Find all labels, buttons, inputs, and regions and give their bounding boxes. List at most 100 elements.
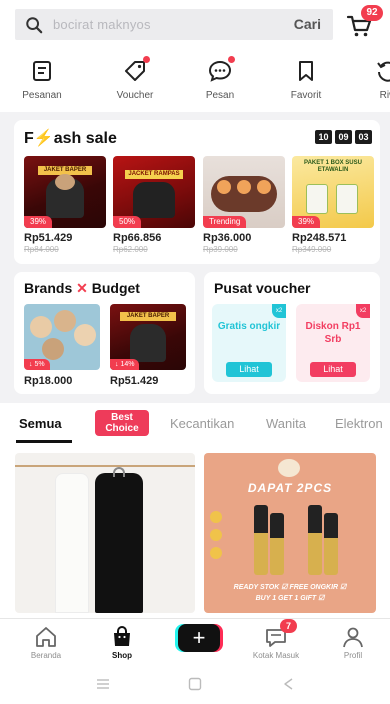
nav-home[interactable]: Beranda	[11, 625, 81, 660]
flash-product[interactable]: JACKET RAMPAS 50% Rp66.856 Rp62.000	[113, 156, 195, 254]
product-image: ↓ 5%	[24, 304, 100, 370]
product-old-price: Rp349.000	[292, 245, 332, 254]
brands-budget-card[interactable]: Brands ✕ Budget ↓ 5% Rp18.000 JAKET BAPE…	[14, 272, 195, 394]
create-plus-button[interactable]: +	[178, 624, 220, 652]
flash-sale-title: F⚡ash sale	[24, 130, 117, 147]
brand-product[interactable]: JAKET BAPER ↓ 14% Rp51.429	[110, 304, 186, 387]
nav-label: Kotak Masuk	[252, 651, 300, 660]
system-nav-bar	[0, 664, 390, 704]
top-bar: bocirat maknyos Cari 92	[0, 0, 390, 50]
discount-badge: 50%	[113, 216, 142, 228]
tab-best-choice[interactable]: Best Choice	[95, 410, 149, 436]
discount-badge: 39%	[24, 216, 53, 228]
product-price: Rp51.429	[110, 375, 159, 387]
shortcut-messages[interactable]: Pesan	[184, 56, 256, 101]
search-button[interactable]: Cari	[294, 16, 321, 32]
profile-icon	[340, 625, 366, 649]
shortcut-label: Pesan	[205, 90, 235, 101]
shortcut-label: Riw	[379, 90, 390, 101]
shortcut-label: Voucher	[116, 90, 154, 101]
discount-badge: 39%	[292, 216, 321, 228]
shortcut-orders[interactable]: Pesanan	[6, 58, 78, 101]
tab-wanita[interactable]: Wanita	[266, 416, 306, 431]
product-price: Rp248.571	[292, 232, 347, 244]
product-image: PAKET 1 BOX SUSU ETAWALIN 39%	[292, 156, 374, 228]
voucher-text: Gratis ongkir	[217, 321, 281, 332]
nav-shop[interactable]: Shop	[87, 625, 157, 660]
shortcut-row: Pesanan Voucher Pesan Favorit Riw	[0, 50, 390, 112]
search-input[interactable]: bocirat maknyos Cari	[15, 9, 333, 40]
feed-item-dress[interactable]	[15, 453, 195, 613]
back-icon[interactable]	[282, 677, 294, 691]
flash-product[interactable]: Trending Rp36.000 Rp39.000	[203, 156, 285, 254]
shortcut-history[interactable]: Riw	[352, 58, 390, 101]
shortcut-voucher[interactable]: Voucher	[99, 56, 171, 101]
promo-line-2: BUY 1 GET 1 GIFT ☑	[255, 595, 325, 602]
plus-icon: +	[192, 625, 206, 650]
product-old-price: Rp84.000	[24, 245, 59, 254]
bookmark-icon	[293, 58, 319, 84]
voucher-center-card[interactable]: Pusat voucher x2 Gratis ongkir Lihat x2 …	[204, 272, 380, 394]
brand-product[interactable]: ↓ 5% Rp18.000	[24, 304, 100, 387]
discount-badge: ↓ 14%	[110, 359, 140, 370]
voucher-count: x2	[356, 304, 370, 318]
product-price: Rp18.000	[24, 375, 73, 387]
chat-icon	[207, 56, 235, 84]
inbox-badge: 7	[280, 619, 297, 633]
flash-product[interactable]: PAKET 1 BOX SUSU ETAWALIN 39% Rp248.571 …	[292, 156, 374, 254]
flash-product[interactable]: JAKET BAPER 39% Rp51.429 Rp84.000	[24, 156, 106, 254]
notification-dot	[143, 56, 150, 63]
voucher-icon	[122, 56, 150, 84]
product-price: Rp51.429	[24, 232, 73, 244]
product-image: JAKET BAPER ↓ 14%	[110, 304, 186, 370]
nav-label: Beranda	[30, 651, 62, 660]
search-icon	[26, 17, 43, 34]
down-arrow-icon: ↓	[115, 361, 119, 368]
brands-budget-title: Brands ✕ Budget	[24, 280, 140, 296]
trending-badge: Trending	[203, 216, 247, 228]
orders-icon	[29, 58, 55, 84]
voucher-center-title: Pusat voucher	[214, 280, 311, 296]
discount-badge: ↓ 5%	[24, 359, 50, 370]
bolt-icon: ⚡	[33, 130, 54, 147]
product-image: Trending	[203, 156, 285, 228]
product-old-price: Rp62.000	[113, 245, 148, 254]
tab-semua[interactable]: Semua	[19, 416, 62, 431]
notification-dot	[228, 56, 235, 63]
feed-item-promo[interactable]: DAPAT 2PCS READY STOK ☑ FREE ONGKIR ☑ BU…	[204, 453, 376, 613]
cart-badge: 92	[361, 5, 383, 21]
product-feed: DAPAT 2PCS READY STOK ☑ FREE ONGKIR ☑ BU…	[0, 443, 390, 620]
product-old-price: Rp39.000	[203, 245, 238, 254]
history-icon	[375, 58, 390, 84]
nav-label: Shop	[112, 651, 132, 660]
voucher-discount[interactable]: x2 Diskon Rp1 Srb Lihat	[296, 304, 370, 382]
home-button-icon[interactable]	[188, 677, 202, 691]
voucher-free-shipping[interactable]: x2 Gratis ongkir Lihat	[212, 304, 286, 382]
nav-label: Profil	[343, 651, 363, 660]
search-placeholder: bocirat maknyos	[53, 17, 151, 32]
recents-icon[interactable]	[96, 678, 110, 690]
product-image: JAKET BAPER 39%	[24, 156, 106, 228]
shortcut-favorites[interactable]: Favorit	[270, 58, 342, 101]
voucher-count: x2	[272, 304, 286, 318]
timer-hours: 10	[315, 130, 332, 144]
voucher-text: Diskon Rp1 Srb	[305, 321, 361, 345]
countdown-timer: 10 09 03	[315, 130, 372, 144]
bottom-nav: Beranda Shop + Kotak Masuk 7 Profil	[0, 618, 390, 664]
home-icon	[33, 625, 59, 649]
tab-kecantikan[interactable]: Kecantikan	[170, 416, 234, 431]
promo-headline: DAPAT 2PCS	[247, 481, 333, 495]
voucher-view-button[interactable]: Lihat	[226, 362, 272, 377]
shop-bag-icon	[109, 625, 135, 649]
tab-elektronik[interactable]: Elektron	[335, 416, 383, 431]
flash-sale-card[interactable]: F⚡ash sale 10 09 03 JAKET BAPER 39% Rp51…	[14, 120, 380, 264]
shortcut-label: Pesanan	[22, 90, 62, 101]
shortcut-label: Favorit	[290, 90, 322, 101]
voucher-view-button[interactable]: Lihat	[310, 362, 356, 377]
down-arrow-icon: ↓	[29, 361, 33, 368]
promo-line-1: READY STOK ☑ FREE ONGKIR ☑	[233, 584, 347, 591]
nav-inbox[interactable]: Kotak Masuk	[241, 625, 311, 660]
timer-seconds: 03	[355, 130, 372, 144]
nav-profile[interactable]: Profil	[318, 625, 388, 660]
product-price: Rp66.856	[113, 232, 162, 244]
